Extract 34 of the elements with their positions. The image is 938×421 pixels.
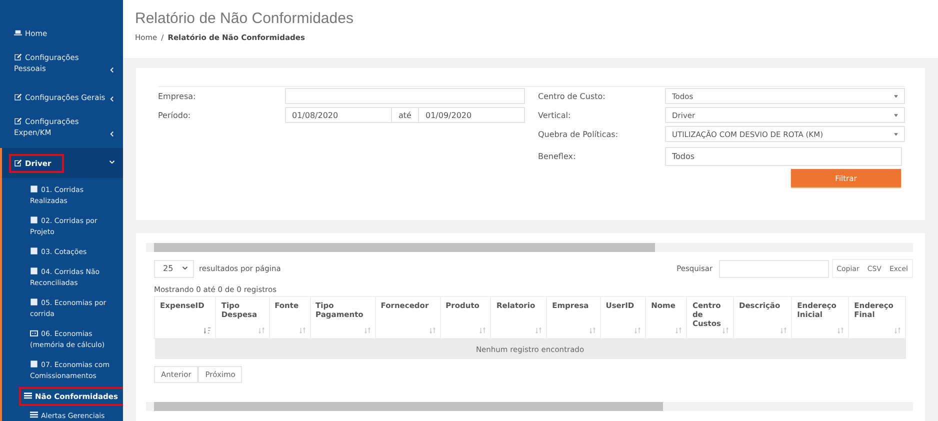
document-icon (30, 185, 38, 193)
date-field[interactable]: 01/08/2020 (285, 107, 392, 123)
field-label: Vertical: (538, 110, 572, 120)
calculator-icon (30, 329, 38, 337)
field-label: Quebra de Políticas: (538, 130, 620, 138)
list-icon (30, 411, 38, 419)
date-range-separator: até (398, 110, 412, 120)
input-field[interactable]: Todos (665, 146, 902, 166)
search-field[interactable] (718, 260, 829, 278)
edit-icon (14, 93, 22, 101)
page-size-dropdown[interactable]: 25 (154, 260, 194, 278)
field-label: Empresa: (158, 92, 197, 100)
document-icon (30, 267, 38, 275)
horizontal-scrollbar[interactable] (146, 243, 913, 252)
document-icon (30, 298, 38, 306)
page-title: Relatório de Não Conformidades (135, 10, 354, 27)
document-icon (30, 216, 38, 224)
edit-icon (14, 117, 22, 125)
date-field[interactable]: 01/09/2020 (418, 107, 525, 123)
list-icon (24, 392, 32, 400)
dropdown-arrow-icon (894, 114, 898, 116)
dropdown-arrow-icon (894, 132, 898, 136)
field-label: Beneflex: (538, 152, 577, 160)
field-label: Período: (158, 110, 192, 120)
document-icon (30, 247, 38, 255)
edit-icon (14, 53, 22, 61)
dropdown-arrow-icon (894, 94, 898, 98)
laptop-icon (14, 29, 22, 37)
input-field[interactable] (285, 88, 525, 104)
chevron-down-icon (182, 264, 188, 270)
document-icon (30, 360, 38, 368)
field-label: Centro de Custo: (538, 92, 606, 100)
edit-icon (14, 158, 22, 166)
horizontal-scrollbar[interactable] (146, 402, 913, 411)
